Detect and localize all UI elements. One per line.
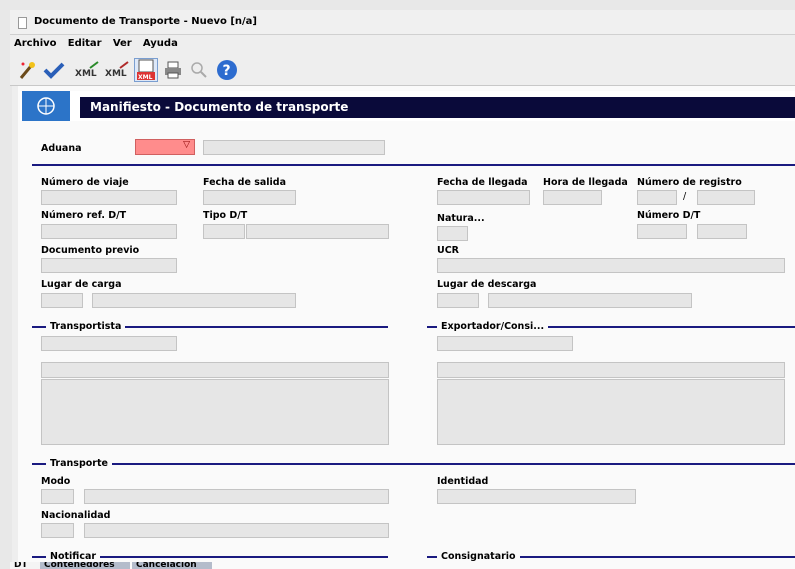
help-icon[interactable]: ? — [215, 58, 239, 82]
modo-desc-input[interactable] — [84, 489, 389, 504]
numero-ref-input[interactable] — [41, 224, 177, 239]
tab-cancelacion[interactable]: Cancelación — [132, 562, 212, 569]
numero-viaje-label: Número de viaje — [41, 177, 129, 188]
modo-code-input[interactable] — [41, 489, 74, 504]
hora-llegada-input[interactable] — [543, 190, 602, 205]
xml-doc-icon[interactable]: XML — [134, 58, 158, 82]
xml-import-icon[interactable]: XML — [104, 58, 130, 82]
natura-label: Natura... — [437, 213, 485, 224]
numero-dt-label: Número D/T — [637, 210, 701, 221]
fecha-llegada-input[interactable] — [437, 190, 530, 205]
modo-label: Modo — [41, 476, 71, 487]
numero-registro-year-input[interactable] — [697, 190, 755, 205]
lugar-carga-desc-input[interactable] — [92, 293, 296, 308]
form-title: Manifiesto - Documento de transporte — [80, 97, 795, 118]
window-icon — [18, 17, 27, 29]
numero-dt-suffix-input[interactable] — [697, 224, 747, 239]
aduana-name-field[interactable] — [203, 140, 385, 155]
transporte-section-title: Transporte — [46, 458, 112, 469]
aduana-label: Aduana — [41, 143, 82, 154]
hora-llegada-label: Hora de llegada — [543, 177, 628, 188]
chevron-down-icon: ▽ — [183, 140, 190, 150]
tipo-dt-code-input[interactable] — [203, 224, 245, 239]
transportista-name-input[interactable] — [41, 362, 389, 378]
fecha-salida-input[interactable] — [203, 190, 296, 205]
svg-text:XML: XML — [75, 69, 97, 79]
svg-text:?: ? — [223, 63, 231, 79]
numero-ref-label: Número ref. D/T — [41, 210, 127, 221]
lugar-descarga-label: Lugar de descarga — [437, 279, 537, 290]
lugar-carga-label: Lugar de carga — [41, 279, 122, 290]
exportador-address-textarea[interactable] — [437, 379, 785, 445]
lugar-descarga-code-input[interactable] — [437, 293, 479, 308]
section-divider — [32, 164, 795, 166]
menu-editar[interactable]: Editar — [64, 35, 106, 49]
svg-text:XML: XML — [105, 69, 127, 79]
form-panel: Manifiesto - Documento de transporte Adu… — [12, 86, 795, 569]
check-icon[interactable] — [42, 58, 66, 82]
numero-registro-label: Número de registro — [637, 177, 742, 188]
transportista-address-textarea[interactable] — [41, 379, 389, 445]
fecha-salida-label: Fecha de salida — [203, 177, 286, 188]
aduana-select[interactable]: ▽ — [135, 139, 195, 155]
menu-bar: Archivo Editar Ver Ayuda — [10, 35, 795, 53]
toolbar: XML XML XML ? — [10, 53, 795, 86]
wand-icon[interactable] — [16, 58, 38, 82]
nacionalidad-label: Nacionalidad — [41, 510, 111, 521]
menu-ver[interactable]: Ver — [109, 35, 136, 49]
tab-bar: DT Contenedores Cancelación — [10, 562, 795, 569]
tab-contenedores[interactable]: Contenedores — [40, 562, 130, 569]
documento-previo-label: Documento previo — [41, 245, 140, 256]
transportista-section-title: Transportista — [46, 321, 126, 332]
lugar-carga-code-input[interactable] — [41, 293, 83, 308]
exportador-name-input[interactable] — [437, 362, 785, 378]
tab-dt[interactable]: DT — [10, 562, 40, 569]
transporte-divider — [32, 463, 795, 465]
registro-separator: / — [683, 191, 687, 202]
natura-input[interactable] — [437, 226, 468, 241]
identidad-label: Identidad — [437, 476, 489, 487]
print-icon[interactable] — [162, 58, 184, 82]
form-header: Manifiesto - Documento de transporte — [20, 91, 795, 121]
identidad-input[interactable] — [437, 489, 636, 504]
tipo-dt-label: Tipo D/T — [203, 210, 248, 221]
svg-text:XML: XML — [138, 74, 153, 81]
tipo-dt-desc-input[interactable] — [246, 224, 389, 239]
search-icon[interactable] — [188, 58, 210, 82]
consignatario-section-title: Consignatario — [437, 551, 520, 562]
window-title: Documento de Transporte - Nuevo [n/a] — [34, 16, 258, 27]
menu-ayuda[interactable]: Ayuda — [139, 35, 182, 49]
numero-dt-input[interactable] — [637, 224, 687, 239]
exportador-section-title: Exportador/Consi... — [437, 321, 549, 332]
xml-export-icon[interactable]: XML — [74, 58, 100, 82]
numero-registro-input[interactable] — [637, 190, 677, 205]
title-bar: Documento de Transporte - Nuevo [n/a] — [10, 10, 795, 35]
ucr-label: UCR — [437, 245, 460, 256]
exportador-code-input[interactable] — [437, 336, 573, 351]
menu-archivo[interactable]: Archivo — [10, 35, 61, 49]
fecha-llegada-label: Fecha de llegada — [437, 177, 528, 188]
ucr-input[interactable] — [437, 258, 785, 273]
documento-previo-input[interactable] — [41, 258, 177, 273]
lugar-descarga-desc-input[interactable] — [488, 293, 692, 308]
nacionalidad-desc-input[interactable] — [84, 523, 389, 538]
transportista-code-input[interactable] — [41, 336, 177, 351]
application-window: Documento de Transporte - Nuevo [n/a] Ar… — [0, 0, 795, 569]
nacionalidad-code-input[interactable] — [41, 523, 74, 538]
notificar-section-title: Notificar — [46, 551, 101, 562]
numero-viaje-input[interactable] — [41, 190, 177, 205]
un-flag-icon — [22, 91, 70, 121]
